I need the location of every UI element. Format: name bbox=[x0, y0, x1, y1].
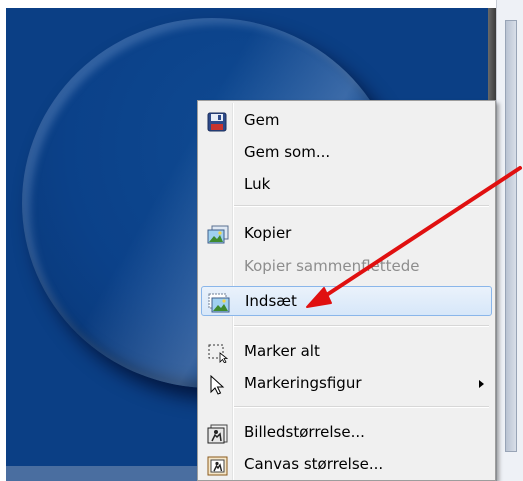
menu-item-canvas-storrelse[interactable]: Canvas størrelse... bbox=[201, 450, 492, 480]
menu-item-label: Marker alt bbox=[244, 342, 320, 360]
scrollbar-thumb[interactable] bbox=[505, 20, 517, 452]
image-size-icon bbox=[207, 424, 228, 444]
menu-separator bbox=[234, 205, 489, 207]
cursor-arrow-icon bbox=[207, 374, 227, 395]
menu-separator bbox=[234, 406, 489, 408]
select-all-icon bbox=[207, 343, 229, 364]
menu-item-label: Markeringsfigur bbox=[244, 374, 362, 392]
floppy-disk-icon bbox=[207, 112, 227, 132]
menu-item-billedstorrelse[interactable]: Billedstørrelse... bbox=[201, 418, 492, 448]
menu-item-gem[interactable]: Gem bbox=[201, 106, 492, 136]
menu-item-label: Canvas størrelse... bbox=[244, 455, 384, 473]
menu-item-label: Kopier sammenflettede bbox=[244, 257, 420, 275]
menu-item-indsaet[interactable]: Indsæt bbox=[201, 286, 492, 316]
menu-item-label: Indsæt bbox=[245, 292, 297, 310]
menu-item-kopier[interactable]: Kopier bbox=[201, 219, 492, 249]
menu-separator bbox=[234, 325, 489, 327]
menu-item-label: Billedstørrelse... bbox=[244, 423, 365, 441]
submenu-arrow-icon bbox=[479, 380, 484, 388]
menu-item-markeringsfigur[interactable]: Markeringsfigur bbox=[201, 369, 492, 399]
menu-item-label: Gem som... bbox=[244, 143, 331, 161]
menu-item-label: Luk bbox=[244, 175, 271, 193]
context-menu: Gem Gem som... Luk Kopier Kopier sammenf… bbox=[197, 100, 496, 481]
menu-item-gem-som[interactable]: Gem som... bbox=[201, 138, 492, 168]
menu-item-label: Gem bbox=[244, 111, 280, 129]
vertical-scrollbar[interactable] bbox=[496, 0, 523, 481]
paste-image-icon bbox=[208, 293, 230, 313]
copy-image-icon bbox=[207, 225, 229, 244]
canvas-size-icon bbox=[207, 456, 228, 476]
menu-item-kopier-sammenflettede: Kopier sammenflettede bbox=[201, 252, 492, 282]
menu-item-marker-alt[interactable]: Marker alt bbox=[201, 337, 492, 367]
menu-item-label: Kopier bbox=[244, 224, 292, 242]
menu-item-luk[interactable]: Luk bbox=[201, 170, 492, 200]
